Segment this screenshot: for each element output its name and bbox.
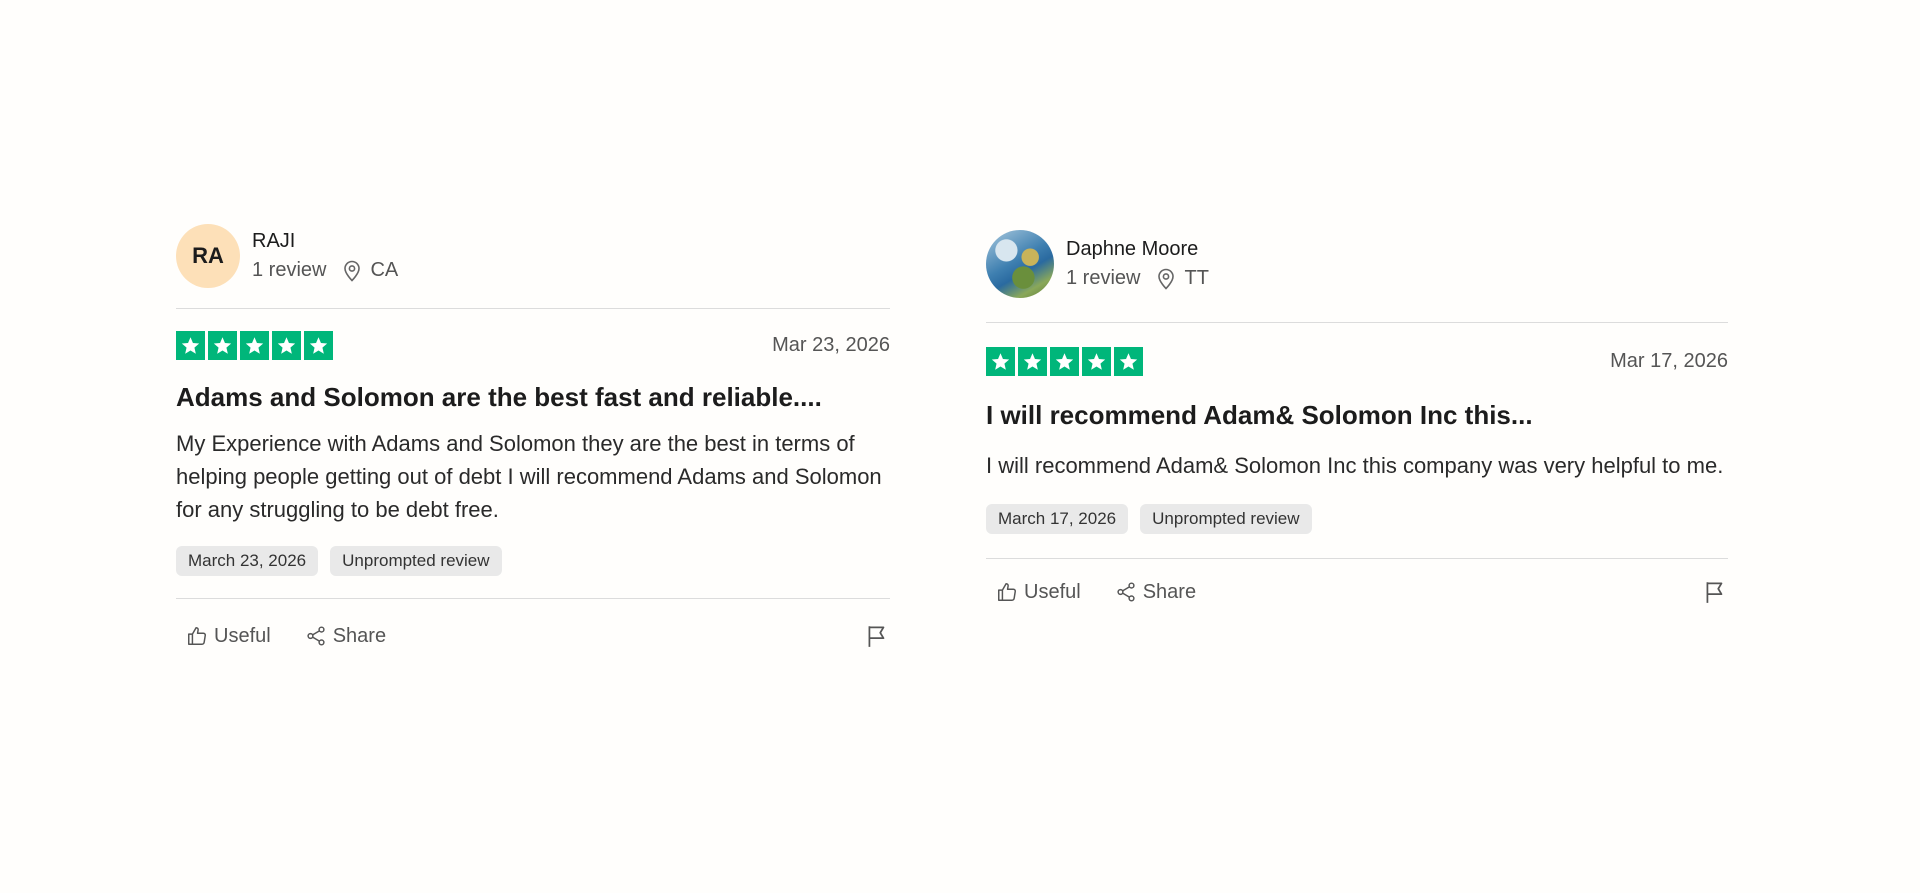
divider: [986, 558, 1728, 559]
unprompted-review-badge[interactable]: Unprompted review: [1140, 504, 1312, 534]
review-count: 1 review: [1066, 267, 1141, 289]
avatar[interactable]: RA: [176, 224, 240, 288]
divider: [176, 308, 890, 309]
star-icon: [1018, 347, 1047, 376]
star-rating: [986, 347, 1143, 376]
unprompted-review-badge[interactable]: Unprompted review: [330, 546, 502, 576]
reviewer-name[interactable]: Daphne Moore: [1066, 238, 1209, 261]
review-date: Mar 23, 2026: [772, 334, 890, 356]
useful-button[interactable]: Useful: [186, 625, 271, 648]
star-icon: [304, 331, 333, 360]
useful-button[interactable]: Useful: [996, 581, 1081, 604]
star-icon: [986, 347, 1015, 376]
review-body: My Experience with Adams and Solomon the…: [176, 431, 882, 522]
star-rating: [176, 331, 333, 360]
experience-date-badge: March 23, 2026: [176, 546, 319, 576]
star-icon: [1082, 347, 1111, 376]
reviewer-location: CA: [370, 259, 399, 281]
share-icon: [1117, 582, 1135, 602]
location-pin-icon: [1158, 268, 1175, 290]
review-card: Daphne Moore 1 review TT Mar 17, 2026 I …: [986, 230, 1728, 605]
useful-label: Useful: [214, 624, 271, 647]
star-icon: [208, 331, 237, 360]
star-icon: [1114, 347, 1143, 376]
star-icon: [1050, 347, 1079, 376]
thumbs-up-icon: [998, 583, 1016, 601]
share-label: Share: [332, 624, 387, 647]
star-icon: [176, 331, 205, 360]
experience-date-badge: March 17, 2026: [986, 504, 1129, 534]
useful-label: Useful: [1024, 580, 1081, 603]
location-pin-icon: [344, 260, 361, 282]
review-card: RA RAJI 1 review CA Mar 23, 2026 Adams a…: [176, 224, 890, 649]
share-button[interactable]: Share: [305, 625, 386, 648]
review-title[interactable]: I will recommend Adam& Solomon Inc this.…: [986, 400, 1728, 431]
divider: [176, 598, 890, 599]
reviewer-header: Daphne Moore 1 review TT: [986, 230, 1728, 298]
reviewer-name[interactable]: RAJI: [252, 230, 398, 253]
star-icon: [240, 331, 269, 360]
flag-icon[interactable]: [864, 623, 890, 649]
reviewer-location: TT: [1184, 267, 1209, 289]
review-date: Mar 17, 2026: [1610, 350, 1728, 372]
share-icon: [307, 626, 325, 646]
thumbs-up-icon: [188, 627, 206, 645]
share-button[interactable]: Share: [1115, 581, 1196, 604]
star-icon: [272, 331, 301, 360]
divider: [986, 322, 1728, 323]
flag-icon[interactable]: [1702, 579, 1728, 605]
review-body: I will recommend Adam& Solomon Inc this …: [986, 453, 1724, 478]
avatar[interactable]: [986, 230, 1054, 298]
reviewer-header: RA RAJI 1 review CA: [176, 224, 890, 288]
review-title[interactable]: Adams and Solomon are the best fast and …: [176, 382, 890, 413]
review-count: 1 review: [252, 259, 327, 281]
share-label: Share: [1142, 580, 1197, 603]
